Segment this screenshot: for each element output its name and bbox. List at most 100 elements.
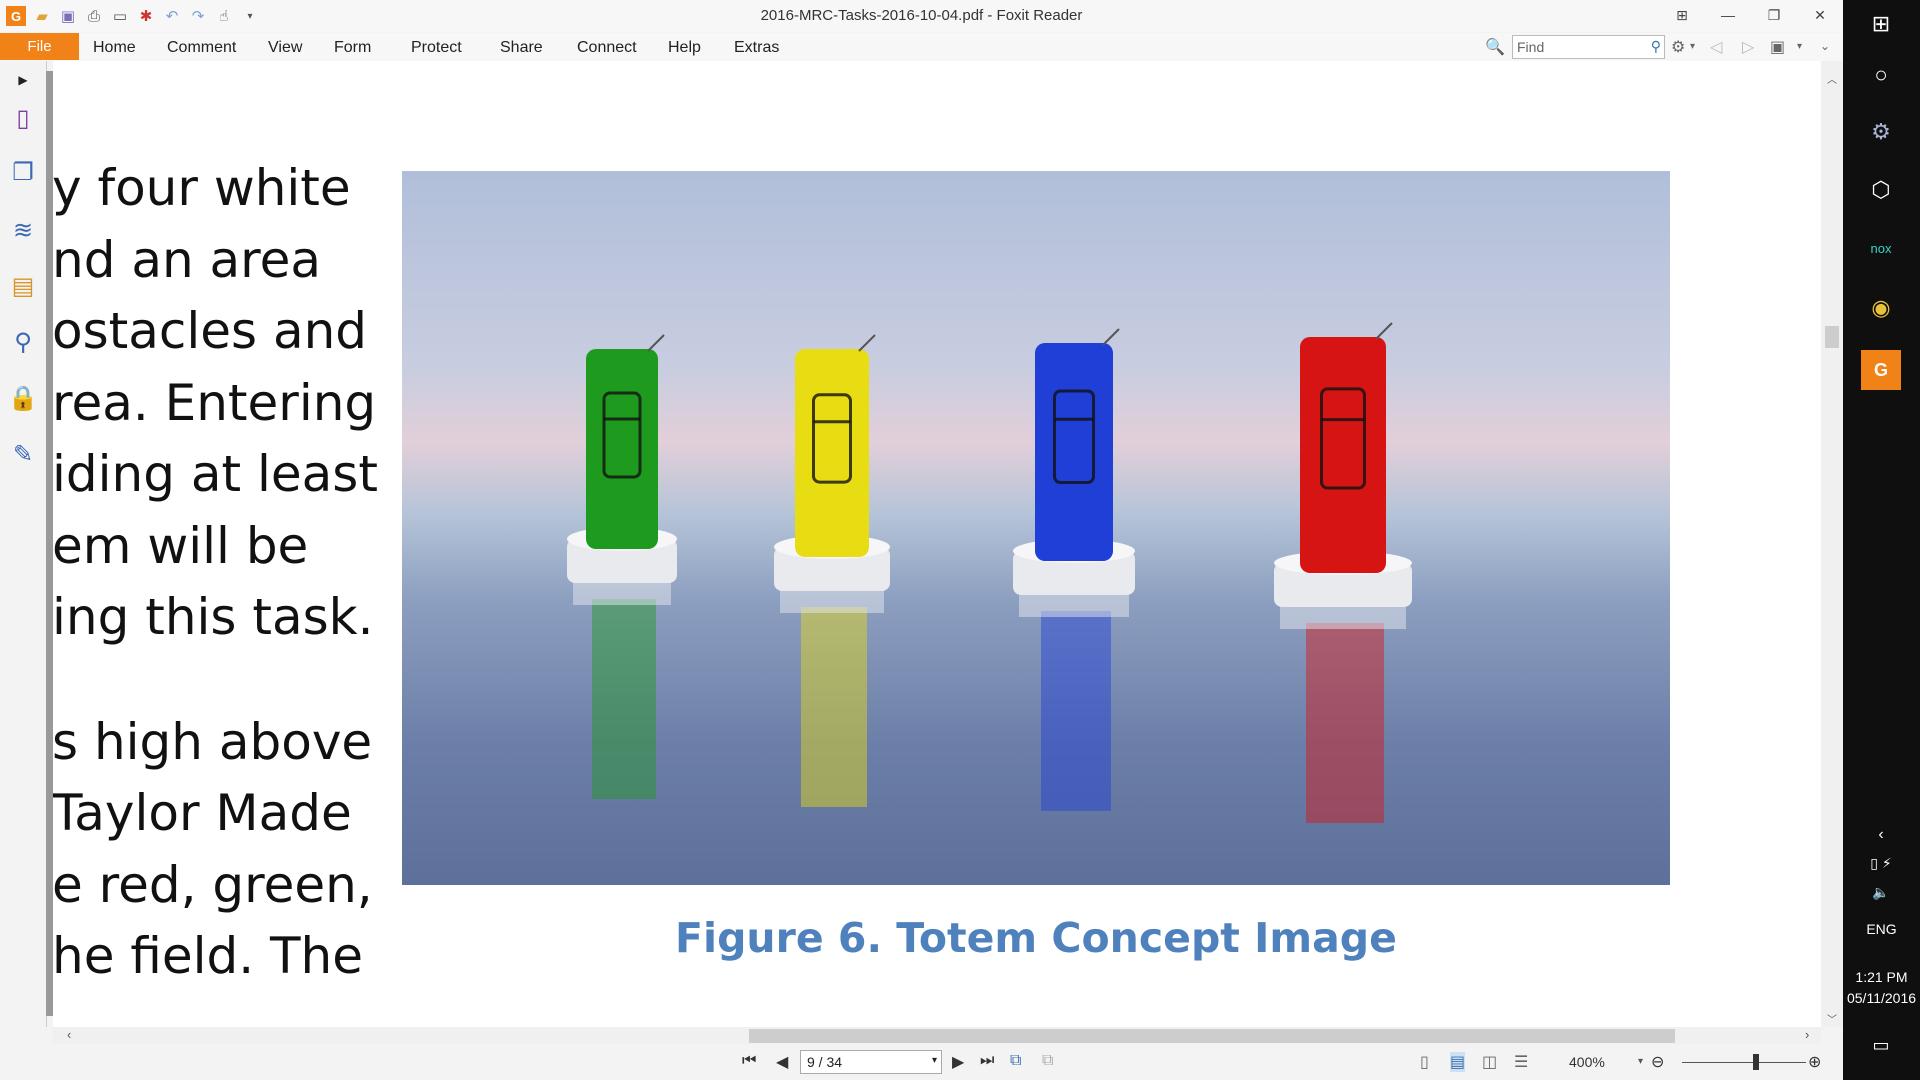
- totem-reflection: [1041, 611, 1111, 811]
- totem-reflection: [801, 607, 867, 807]
- windows-taskbar: ⊞ ○ ⚙ ⬡ nox ◉ G ‹ ▯ ⚡ 🔈 ENG 1:21 PM 05/1…: [1843, 0, 1920, 1080]
- facing-pages-icon[interactable]: ◫: [1482, 1052, 1497, 1072]
- vertical-scroll-thumb[interactable]: [1825, 326, 1839, 348]
- minimize-button[interactable]: —: [1705, 0, 1751, 30]
- last-page-icon[interactable]: ⏭: [980, 1052, 994, 1070]
- horizontal-scroll-thumb[interactable]: [749, 1029, 1675, 1043]
- forward-icon[interactable]: ▷: [1742, 37, 1754, 57]
- page-number-field[interactable]: 9 / 34 ▾: [800, 1050, 942, 1074]
- scroll-up-icon[interactable]: ︿: [1827, 71, 1837, 86]
- windows-start-icon[interactable]: ⊞: [1861, 4, 1901, 44]
- collapse-ribbon-icon[interactable]: ⌄: [1820, 39, 1830, 53]
- text-line: s high above: [53, 713, 373, 771]
- zoom-out-icon[interactable]: ⊖: [1651, 1052, 1664, 1072]
- text-line: nd an area: [53, 231, 322, 289]
- language-indicator[interactable]: ENG: [1843, 921, 1920, 937]
- status-bar: ⏮ ◀ 9 / 34 ▾ ▶ ⏭ ⧉ ⧉ ▯ ▤ ◫ ☰ 400% ▾ ⊖ ⊕: [0, 1044, 1843, 1080]
- layers-icon[interactable]: ≋: [8, 215, 38, 245]
- continuous-page-icon[interactable]: ▤: [1450, 1052, 1466, 1072]
- clock-time[interactable]: 1:21 PM: [1843, 969, 1920, 985]
- window-title: 2016-MRC-Tasks-2016-10-04.pdf - Foxit Re…: [760, 7, 1083, 24]
- menu-form[interactable]: Form: [334, 39, 371, 57]
- zoom-in-icon[interactable]: ⊕: [1808, 1052, 1821, 1072]
- totem-column: [1300, 337, 1386, 573]
- totem-figure-image: [402, 171, 1670, 885]
- scroll-right-icon[interactable]: ›: [1805, 1027, 1809, 1042]
- continuous-facing-icon[interactable]: ☰: [1514, 1052, 1528, 1072]
- ribbon-layout-icon[interactable]: ⊞: [1659, 0, 1705, 30]
- page-indicator: 9 / 34: [807, 1054, 843, 1070]
- menu-extras[interactable]: Extras: [734, 39, 779, 57]
- pages-icon[interactable]: ❐: [8, 157, 38, 187]
- cortana-icon[interactable]: ○: [1861, 55, 1901, 95]
- totem-antenna: [647, 334, 665, 352]
- next-page-icon[interactable]: ▶: [952, 1052, 964, 1072]
- menu-file[interactable]: File: [0, 33, 79, 60]
- close-button[interactable]: ✕: [1797, 0, 1843, 30]
- text-line: rea. Entering: [53, 374, 377, 432]
- totem-scene: [567, 322, 1412, 823]
- find-folder-icon[interactable]: 🔍: [1485, 37, 1505, 57]
- buoy-reflection: [1019, 595, 1129, 617]
- volume-icon[interactable]: 🔈: [1861, 872, 1901, 912]
- menu-connect[interactable]: Connect: [577, 39, 637, 57]
- user-icon[interactable]: ▣: [1770, 37, 1785, 57]
- menu-help[interactable]: Help: [668, 39, 701, 57]
- nox-icon[interactable]: nox: [1861, 228, 1901, 268]
- figure-caption: Figure 6. Totem Concept Image: [675, 914, 1397, 962]
- totem-antenna: [1375, 322, 1393, 340]
- zoom-dropdown-icon[interactable]: ▾: [1638, 1056, 1643, 1067]
- back-icon[interactable]: ◁: [1710, 37, 1722, 57]
- buoy-reflection: [1280, 607, 1406, 629]
- first-page-icon[interactable]: ⏮: [742, 1052, 756, 1070]
- expand-panel-icon[interactable]: ▶: [8, 65, 38, 95]
- menu-view[interactable]: View: [268, 39, 302, 57]
- lock-icon[interactable]: 🔒: [8, 383, 38, 413]
- totem-column: [586, 349, 658, 549]
- buoy-reflection: [573, 583, 671, 605]
- sidebar-resize-handle[interactable]: [46, 71, 53, 1016]
- scroll-left-icon[interactable]: ‹: [67, 1027, 71, 1042]
- text-line: Taylor Made: [53, 784, 352, 842]
- clock-date[interactable]: 05/11/2016: [1843, 990, 1920, 1006]
- zoom-level[interactable]: 400%: [1569, 1054, 1605, 1070]
- comments-icon[interactable]: ▤: [8, 271, 38, 301]
- menu-share[interactable]: Share: [500, 39, 543, 57]
- single-page-icon[interactable]: ▯: [1420, 1052, 1429, 1072]
- text-line: he field. The: [53, 927, 364, 985]
- user-dropdown-icon[interactable]: ▾: [1797, 41, 1802, 52]
- buoy-reflection: [780, 591, 884, 613]
- text-line: e red, green,: [53, 856, 373, 914]
- next-view-icon[interactable]: ⧉: [1042, 1052, 1053, 1070]
- text-line: ing this task.: [53, 588, 374, 646]
- menu-protect[interactable]: Protect: [411, 39, 462, 57]
- foxit-taskbar-icon[interactable]: G: [1861, 350, 1901, 390]
- zoom-slider[interactable]: [1682, 1062, 1806, 1063]
- menu-comment[interactable]: Comment: [167, 39, 236, 57]
- previous-view-icon[interactable]: ⧉: [1010, 1052, 1021, 1070]
- bookmark-icon[interactable]: ▯: [8, 103, 38, 133]
- attachment-icon[interactable]: ⚲: [8, 327, 38, 357]
- previous-page-icon[interactable]: ◀: [776, 1052, 788, 1072]
- steam-icon[interactable]: ⚙: [1861, 112, 1901, 152]
- menu-bar: File Home Comment View Form Protect Shar…: [0, 33, 1843, 61]
- gear-dropdown-icon[interactable]: ▾: [1690, 41, 1695, 52]
- restore-button[interactable]: ❐: [1751, 0, 1797, 30]
- totem-reflection: [592, 599, 656, 799]
- search-icon[interactable]: ⚲: [1651, 38, 1661, 55]
- page-dropdown-icon[interactable]: ▾: [932, 1055, 937, 1066]
- zoom-slider-knob[interactable]: [1753, 1054, 1759, 1070]
- text-line: em will be: [53, 517, 309, 575]
- horizontal-scrollbar[interactable]: ‹ ›: [53, 1027, 1821, 1044]
- menu-home[interactable]: Home: [93, 39, 136, 57]
- virtualbox-icon[interactable]: ⬡: [1861, 170, 1901, 210]
- search-input[interactable]: Find ⚲: [1512, 35, 1665, 59]
- navigation-sidebar: ▶ ▯ ❐ ≋ ▤ ⚲ 🔒 ✎: [0, 61, 47, 1027]
- action-center-icon[interactable]: ▭: [1861, 1025, 1901, 1065]
- chrome-icon[interactable]: ◉: [1861, 288, 1901, 328]
- vertical-scrollbar[interactable]: ︿ ﹀: [1821, 61, 1843, 1027]
- totem-column: [795, 349, 869, 557]
- gear-icon[interactable]: ⚙: [1671, 37, 1685, 57]
- scroll-down-icon[interactable]: ﹀: [1827, 1011, 1837, 1026]
- signature-icon[interactable]: ✎: [8, 439, 38, 469]
